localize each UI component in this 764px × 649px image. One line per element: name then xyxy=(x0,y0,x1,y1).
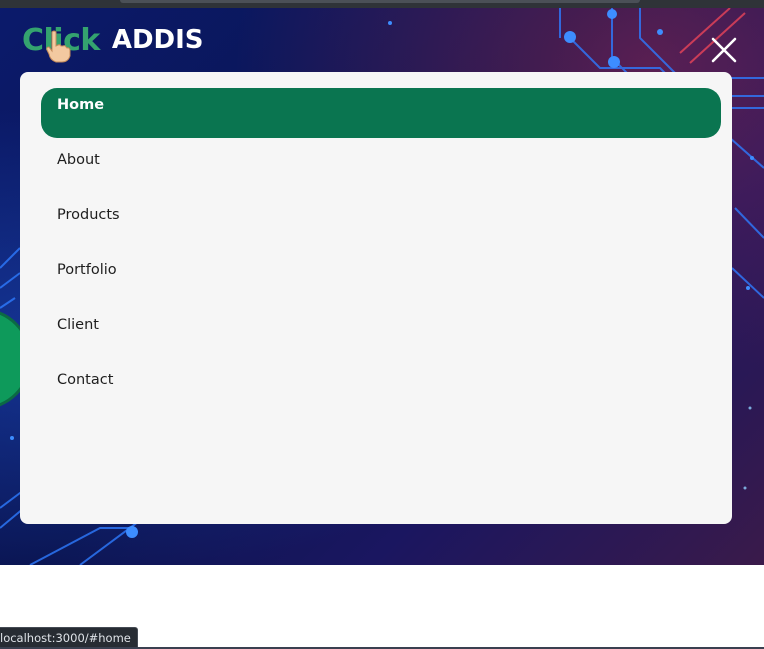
link-status-tooltip: localhost:3000/#home xyxy=(0,627,138,649)
nav-item-client[interactable]: Client xyxy=(41,308,721,358)
brand-logo[interactable]: Click ADDIS xyxy=(22,20,204,63)
browser-address-bar-edge xyxy=(120,0,640,3)
brand-logo-addis-text: ADDIS xyxy=(111,25,204,55)
close-icon xyxy=(711,37,737,63)
nav-item-label: Client xyxy=(57,317,99,333)
close-menu-button[interactable] xyxy=(708,34,740,66)
browser-top-bar xyxy=(0,0,764,8)
nav-item-portfolio[interactable]: Portfolio xyxy=(41,253,721,303)
nav-item-label: About xyxy=(57,152,100,168)
mobile-nav-menu: Home About Products Portfolio Client Con… xyxy=(20,72,732,524)
nav-item-label: Home xyxy=(57,97,105,113)
nav-item-label: Portfolio xyxy=(57,262,117,278)
nav-item-label: Contact xyxy=(57,372,114,388)
nav-item-contact[interactable]: Contact xyxy=(41,363,721,413)
nav-item-home[interactable]: Home xyxy=(41,88,721,138)
nav-item-about[interactable]: About xyxy=(41,143,721,193)
nav-item-label: Products xyxy=(57,207,120,223)
nav-item-products[interactable]: Products xyxy=(41,198,721,248)
pointing-hand-icon xyxy=(46,30,71,63)
